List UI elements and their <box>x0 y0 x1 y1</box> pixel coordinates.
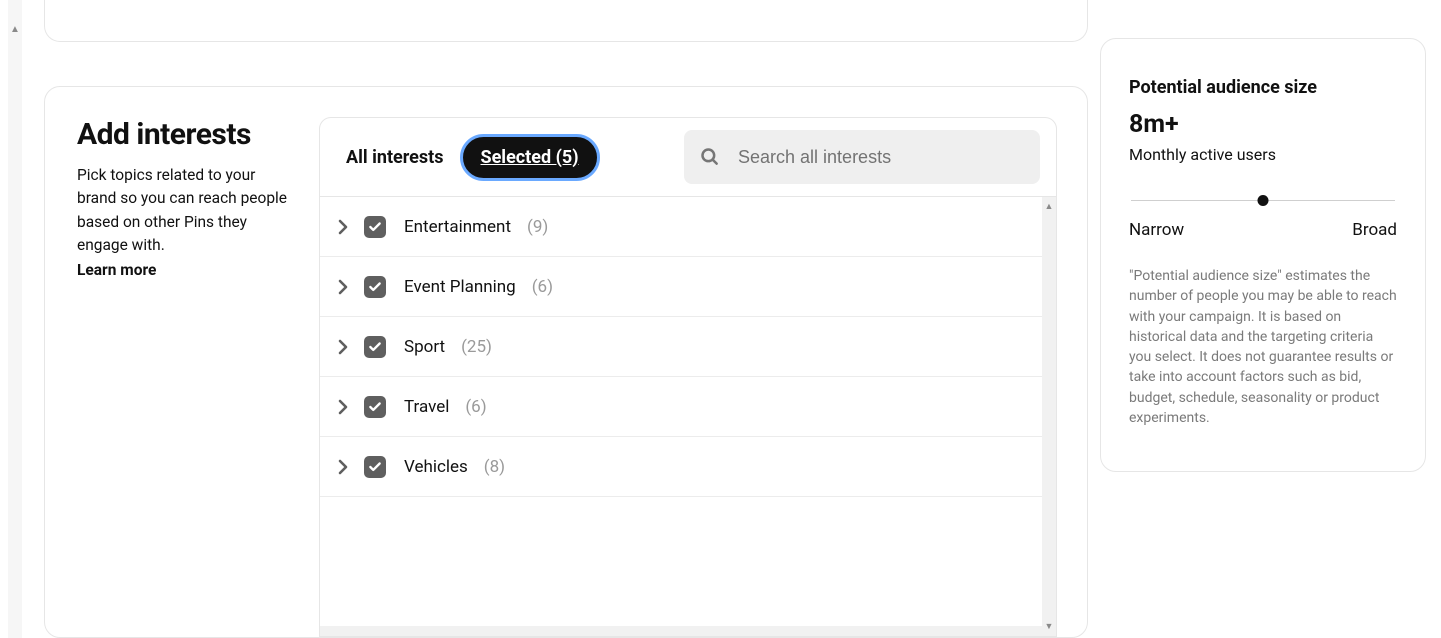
tab-all-interests[interactable]: All interests <box>346 147 444 168</box>
page-scrollbar[interactable]: ▲ <box>8 0 22 638</box>
interest-checkbox[interactable] <box>364 456 386 478</box>
interest-label: Entertainment <box>404 217 511 237</box>
search-field-wrapper[interactable] <box>684 130 1040 184</box>
audience-disclaimer: "Potential audience size" estimates the … <box>1129 266 1397 428</box>
interest-row[interactable]: Sport (25) <box>320 317 1042 377</box>
interest-checkbox[interactable] <box>364 396 386 418</box>
chevron-right-icon[interactable] <box>334 338 352 356</box>
interest-label: Sport <box>404 337 445 357</box>
tabs-row: All interests Selected (5) <box>320 118 1056 197</box>
interest-count: (6) <box>532 277 553 297</box>
interests-description-column: Add interests Pick topics related to you… <box>77 117 319 637</box>
audience-size-value: 8m+ <box>1129 110 1397 139</box>
section-title: Add interests <box>77 117 295 152</box>
gauge-indicator <box>1258 195 1269 206</box>
audience-sublabel: Monthly active users <box>1129 145 1397 164</box>
learn-more-link[interactable]: Learn more <box>77 261 156 279</box>
audience-size-card: Potential audience size 8m+ Monthly acti… <box>1100 38 1426 472</box>
chevron-right-icon[interactable] <box>334 458 352 476</box>
search-input[interactable] <box>738 147 1024 168</box>
interest-count: (25) <box>461 337 492 357</box>
interests-list-area: Entertainment (9) Event Planning (6) Sport (2… <box>320 197 1056 636</box>
list-horizontal-scrollbar[interactable] <box>320 626 1042 636</box>
previous-section-card <box>44 0 1088 42</box>
interests-rows: Entertainment (9) Event Planning (6) Sport (2… <box>320 197 1042 497</box>
gauge-labels: Narrow Broad <box>1129 220 1397 240</box>
interest-label: Event Planning <box>404 277 516 297</box>
interest-checkbox[interactable] <box>364 276 386 298</box>
interest-row[interactable]: Vehicles (8) <box>320 437 1042 497</box>
interests-card: Add interests Pick topics related to you… <box>44 86 1088 638</box>
scroll-up-icon: ▲ <box>1045 201 1054 212</box>
interest-checkbox[interactable] <box>364 336 386 358</box>
list-scrollbar[interactable]: ▲ ▼ <box>1042 197 1056 636</box>
audience-gauge <box>1131 192 1395 210</box>
search-icon <box>700 147 720 167</box>
interest-label: Travel <box>404 397 449 417</box>
chevron-right-icon[interactable] <box>334 218 352 236</box>
interest-row[interactable]: Event Planning (6) <box>320 257 1042 317</box>
interest-label: Vehicles <box>404 457 468 477</box>
interests-panel: All interests Selected (5) Entertainment… <box>319 117 1057 637</box>
interest-row[interactable]: Travel (6) <box>320 377 1042 437</box>
section-description: Pick topics related to your brand so you… <box>77 164 295 257</box>
interest-count: (9) <box>527 217 548 237</box>
chevron-right-icon[interactable] <box>334 278 352 296</box>
scroll-up-icon: ▲ <box>10 24 20 35</box>
audience-heading: Potential audience size <box>1129 77 1397 98</box>
scroll-down-icon: ▼ <box>1045 621 1054 632</box>
tab-selected-interests[interactable]: Selected (5) <box>460 134 600 181</box>
interest-count: (6) <box>465 397 486 417</box>
interest-count: (8) <box>484 457 505 477</box>
interest-checkbox[interactable] <box>364 216 386 238</box>
gauge-label-broad: Broad <box>1352 220 1397 240</box>
chevron-right-icon[interactable] <box>334 398 352 416</box>
gauge-label-narrow: Narrow <box>1129 220 1184 240</box>
interest-row[interactable]: Entertainment (9) <box>320 197 1042 257</box>
